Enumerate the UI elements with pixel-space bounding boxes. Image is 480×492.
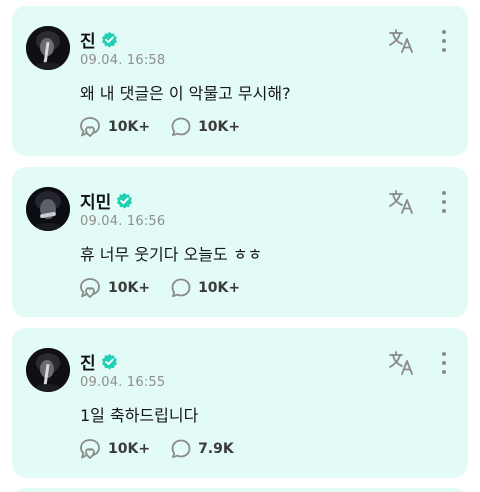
more-vertical-icon xyxy=(442,191,446,195)
like-button[interactable]: 10K+ xyxy=(78,438,150,460)
more-vertical-icon xyxy=(442,370,446,374)
more-options-button[interactable] xyxy=(438,352,450,374)
author-row: 진 xyxy=(80,350,118,374)
comment-bubble-icon xyxy=(171,278,191,298)
author-name: 지민 xyxy=(80,192,112,213)
translate-button[interactable] xyxy=(388,189,416,215)
more-vertical-icon xyxy=(442,30,446,34)
like-count: 10K+ xyxy=(108,119,151,135)
bubble-heart-icon xyxy=(80,117,100,137)
post-actions: 10K+ 10K+ xyxy=(78,116,260,138)
more-vertical-icon xyxy=(442,48,446,52)
verified-badge-icon xyxy=(117,192,133,209)
comment-button[interactable]: 10K+ xyxy=(170,277,240,299)
more-options-button[interactable] xyxy=(438,191,450,213)
translate-icon xyxy=(389,190,413,214)
like-count: 10K+ xyxy=(108,441,151,457)
post-message: 휴 너무 웃기다 오늘도 ㅎㅎ xyxy=(80,245,263,264)
post-actions: 10K+ 7.9K xyxy=(78,438,254,460)
more-vertical-icon xyxy=(442,352,446,356)
post-card[interactable]: 진 09.04. 16:58 왜 내 댓글은 이 악물고 무시해? 10K+ 1… xyxy=(12,6,468,156)
avatar[interactable] xyxy=(26,26,70,70)
like-count: 10K+ xyxy=(108,280,151,296)
comment-button[interactable]: 7.9K xyxy=(170,438,234,460)
author-name: 진 xyxy=(80,353,96,374)
comment-button[interactable]: 10K+ xyxy=(170,116,240,138)
translate-icon xyxy=(389,351,413,375)
more-options-button[interactable] xyxy=(438,30,450,52)
post-actions: 10K+ 10K+ xyxy=(78,277,260,299)
avatar[interactable] xyxy=(26,348,70,392)
more-vertical-icon xyxy=(442,39,446,43)
translate-button[interactable] xyxy=(388,350,416,376)
bubble-heart-icon xyxy=(80,278,100,298)
author-row: 지민 xyxy=(80,189,133,213)
post-timestamp: 09.04. 16:58 xyxy=(80,53,166,68)
comment-bubble-icon xyxy=(171,439,191,459)
post-timestamp: 09.04. 16:55 xyxy=(80,375,166,390)
comment-count: 7.9K xyxy=(198,441,234,457)
post-message: 왜 내 댓글은 이 악물고 무시해? xyxy=(80,84,291,103)
translate-icon xyxy=(389,29,413,53)
verified-badge-icon xyxy=(101,31,117,48)
author-row: 진 xyxy=(80,28,118,52)
next-post-card-edge xyxy=(12,488,468,492)
like-button[interactable]: 10K+ xyxy=(78,277,150,299)
comment-bubble-icon xyxy=(171,117,191,137)
post-card[interactable]: 진 09.04. 16:55 1일 축하드립니다 10K+ 7.9K xyxy=(12,328,468,478)
avatar[interactable] xyxy=(26,187,70,231)
post-timestamp: 09.04. 16:56 xyxy=(80,214,166,229)
more-vertical-icon xyxy=(442,200,446,204)
verified-badge-icon xyxy=(101,353,117,370)
more-vertical-icon xyxy=(442,209,446,213)
more-vertical-icon xyxy=(442,361,446,365)
post-card[interactable]: 지민 09.04. 16:56 휴 너무 웃기다 오늘도 ㅎㅎ 10K+ 10K… xyxy=(12,167,468,317)
feed: 진 09.04. 16:58 왜 내 댓글은 이 악물고 무시해? 10K+ 1… xyxy=(0,0,480,492)
post-message: 1일 축하드립니다 xyxy=(80,406,199,425)
like-button[interactable]: 10K+ xyxy=(78,116,150,138)
translate-button[interactable] xyxy=(388,28,416,54)
author-name: 진 xyxy=(80,31,96,52)
bubble-heart-icon xyxy=(80,439,100,459)
comment-count: 10K+ xyxy=(198,119,241,135)
comment-count: 10K+ xyxy=(198,280,241,296)
